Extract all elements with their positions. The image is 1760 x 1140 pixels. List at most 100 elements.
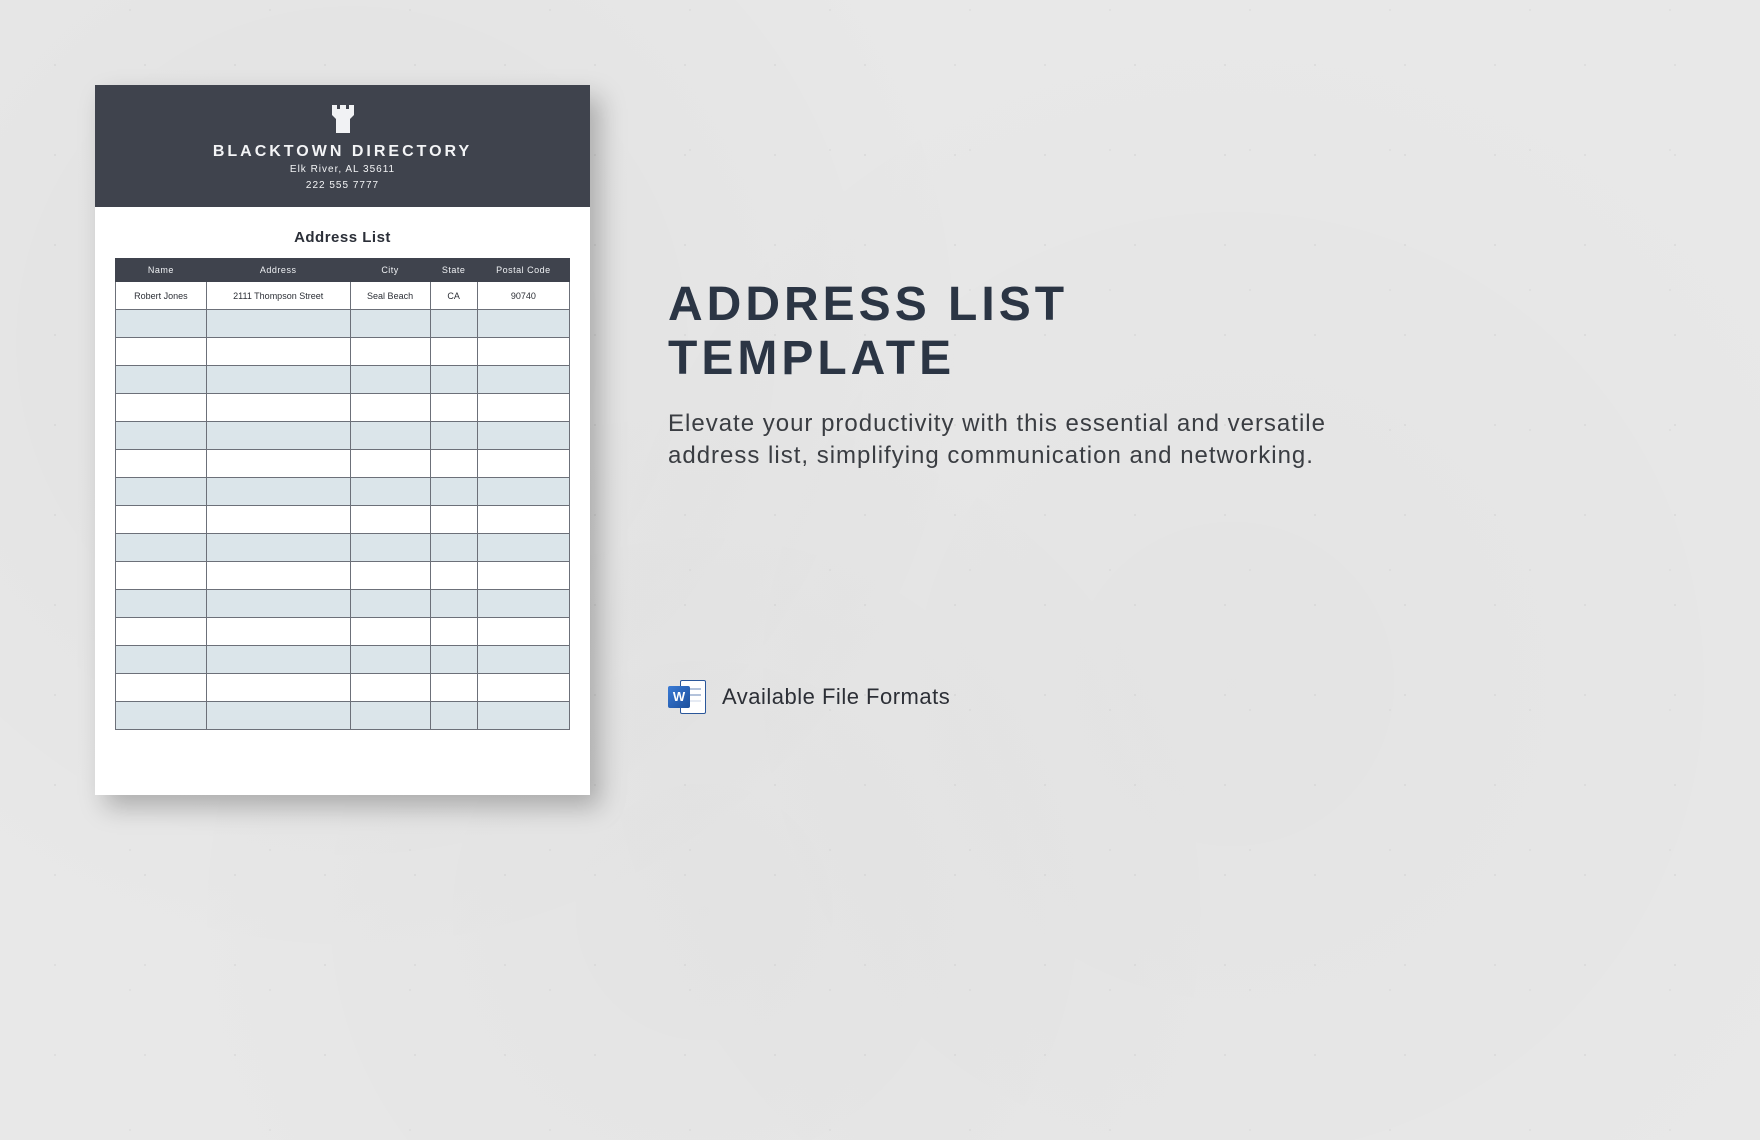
table-header-row: Name Address City State Postal Code xyxy=(116,259,570,282)
cell-empty xyxy=(430,422,477,450)
table-row xyxy=(116,366,570,394)
cell-empty xyxy=(430,562,477,590)
cell-empty xyxy=(116,534,207,562)
cell-empty xyxy=(206,478,350,506)
cell-empty xyxy=(116,674,207,702)
promo-title-line2: TEMPLATE xyxy=(668,332,955,385)
cell-empty xyxy=(206,618,350,646)
cell-empty xyxy=(350,646,430,674)
table-row xyxy=(116,450,570,478)
cell-empty xyxy=(477,674,569,702)
cell-empty xyxy=(477,562,569,590)
castle-icon xyxy=(325,101,361,137)
cell-empty xyxy=(206,338,350,366)
cell-empty xyxy=(430,338,477,366)
cell-empty xyxy=(206,422,350,450)
cell-empty xyxy=(477,478,569,506)
cell-empty xyxy=(116,506,207,534)
cell-empty xyxy=(350,310,430,338)
cell-empty xyxy=(477,310,569,338)
col-state: State xyxy=(430,259,477,282)
cell-empty xyxy=(206,590,350,618)
cell-empty xyxy=(430,450,477,478)
cell-empty xyxy=(116,310,207,338)
cell-empty xyxy=(350,618,430,646)
promo-block: ADDRESS LIST TEMPLATE Elevate your produ… xyxy=(668,278,1448,472)
table-row xyxy=(116,310,570,338)
cell-empty xyxy=(430,506,477,534)
cell-empty xyxy=(430,478,477,506)
cell-empty xyxy=(116,702,207,730)
table-row xyxy=(116,478,570,506)
cell-empty xyxy=(116,450,207,478)
cell-empty xyxy=(116,366,207,394)
cell-empty xyxy=(477,506,569,534)
cell-empty xyxy=(477,338,569,366)
cell-empty xyxy=(350,702,430,730)
table-row xyxy=(116,534,570,562)
cell-empty xyxy=(206,646,350,674)
cell-name: Robert Jones xyxy=(116,282,207,310)
cell-empty xyxy=(206,534,350,562)
table-row xyxy=(116,702,570,730)
word-icon: W xyxy=(668,678,706,716)
cell-empty xyxy=(206,366,350,394)
cell-city: Seal Beach xyxy=(350,282,430,310)
cell-empty xyxy=(430,590,477,618)
cell-empty xyxy=(350,534,430,562)
document-phone: 222 555 7777 xyxy=(105,179,580,193)
table-row xyxy=(116,674,570,702)
cell-empty xyxy=(477,366,569,394)
cell-empty xyxy=(430,674,477,702)
document-org-name: BLACKTOWN DIRECTORY xyxy=(105,143,580,161)
file-formats: W Available File Formats xyxy=(668,678,950,716)
cell-empty xyxy=(430,310,477,338)
document-preview: BLACKTOWN DIRECTORY Elk River, AL 35611 … xyxy=(95,85,590,795)
cell-empty xyxy=(350,422,430,450)
document-header: BLACKTOWN DIRECTORY Elk River, AL 35611 … xyxy=(95,85,590,207)
cell-empty xyxy=(116,338,207,366)
table-row xyxy=(116,618,570,646)
cell-empty xyxy=(430,394,477,422)
cell-empty xyxy=(350,590,430,618)
table-row xyxy=(116,506,570,534)
cell-empty xyxy=(350,478,430,506)
table-row xyxy=(116,590,570,618)
cell-empty xyxy=(206,450,350,478)
cell-empty xyxy=(477,534,569,562)
cell-empty xyxy=(430,702,477,730)
promo-title-line1: ADDRESS LIST xyxy=(668,278,1068,331)
table-row xyxy=(116,338,570,366)
cell-empty xyxy=(350,394,430,422)
cell-empty xyxy=(206,506,350,534)
table-row xyxy=(116,562,570,590)
cell-postal: 90740 xyxy=(477,282,569,310)
cell-empty xyxy=(477,450,569,478)
cell-empty xyxy=(116,646,207,674)
table-row xyxy=(116,422,570,450)
cell-empty xyxy=(206,394,350,422)
cell-empty xyxy=(350,562,430,590)
address-table: Name Address City State Postal Code Robe… xyxy=(115,258,570,730)
table-row xyxy=(116,646,570,674)
cell-empty xyxy=(206,702,350,730)
cell-empty xyxy=(116,422,207,450)
cell-empty xyxy=(350,506,430,534)
promo-description: Elevate your productivity with this esse… xyxy=(668,408,1368,473)
file-formats-label: Available File Formats xyxy=(722,684,950,710)
table-row: Robert Jones2111 Thompson StreetSeal Bea… xyxy=(116,282,570,310)
cell-empty xyxy=(350,450,430,478)
list-heading: Address List xyxy=(95,229,590,246)
cell-empty xyxy=(206,310,350,338)
cell-address: 2111 Thompson Street xyxy=(206,282,350,310)
cell-empty xyxy=(477,646,569,674)
cell-empty xyxy=(477,422,569,450)
table-row xyxy=(116,394,570,422)
cell-empty xyxy=(116,590,207,618)
document-address-line: Elk River, AL 35611 xyxy=(105,163,580,177)
cell-empty xyxy=(116,562,207,590)
col-name: Name xyxy=(116,259,207,282)
col-city: City xyxy=(350,259,430,282)
cell-empty xyxy=(430,618,477,646)
promo-title: ADDRESS LIST TEMPLATE xyxy=(668,278,1448,386)
